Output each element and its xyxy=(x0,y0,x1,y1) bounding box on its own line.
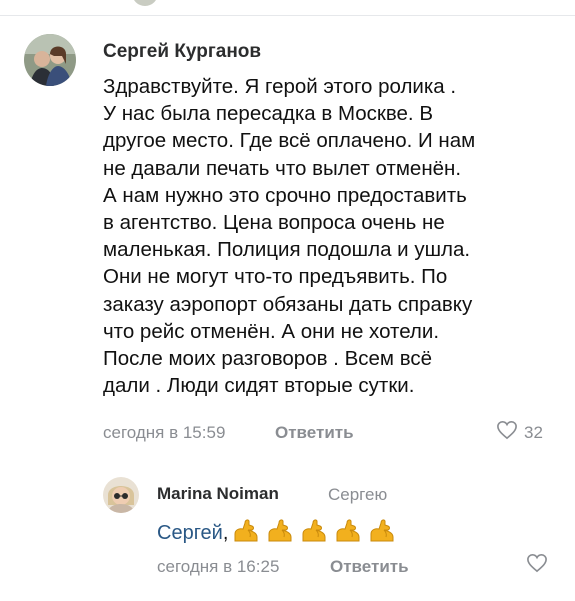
flexed-biceps-icon xyxy=(232,517,260,550)
heart-icon xyxy=(496,420,518,445)
reply-button[interactable]: Ответить xyxy=(275,423,354,443)
reply-button[interactable]: Ответить xyxy=(330,557,409,577)
avatar[interactable] xyxy=(24,34,76,86)
flexed-biceps-icon xyxy=(300,517,328,550)
like-count: 32 xyxy=(524,422,543,442)
comment-text-suffix: , xyxy=(222,522,229,544)
flexed-biceps-icon xyxy=(266,517,294,550)
reply-to-label[interactable]: Сергею xyxy=(328,485,387,505)
comment-text: Сергей, xyxy=(157,517,537,550)
comment-author[interactable]: Сергей Курганов xyxy=(103,41,261,63)
previous-comment-edge xyxy=(0,0,575,16)
like-button[interactable]: 32 xyxy=(496,420,543,445)
comment-timestamp: сегодня в 15:59 xyxy=(103,423,226,442)
mention-link[interactable]: Сергей xyxy=(157,522,223,544)
comment-timestamp: сегодня в 16:25 xyxy=(157,557,280,576)
heart-icon xyxy=(526,553,548,578)
flexed-biceps-icon xyxy=(334,517,362,550)
comment-author[interactable]: Marina Noiman xyxy=(157,484,279,504)
like-button[interactable] xyxy=(526,553,548,578)
comment-text: Здравствуйте. Я герой этого ролика . У н… xyxy=(103,75,476,398)
flexed-biceps-icon xyxy=(368,517,396,550)
emoji-row xyxy=(232,517,396,550)
divider xyxy=(0,15,575,16)
avatar[interactable] xyxy=(103,477,139,513)
previous-avatar-fragment xyxy=(132,0,158,6)
